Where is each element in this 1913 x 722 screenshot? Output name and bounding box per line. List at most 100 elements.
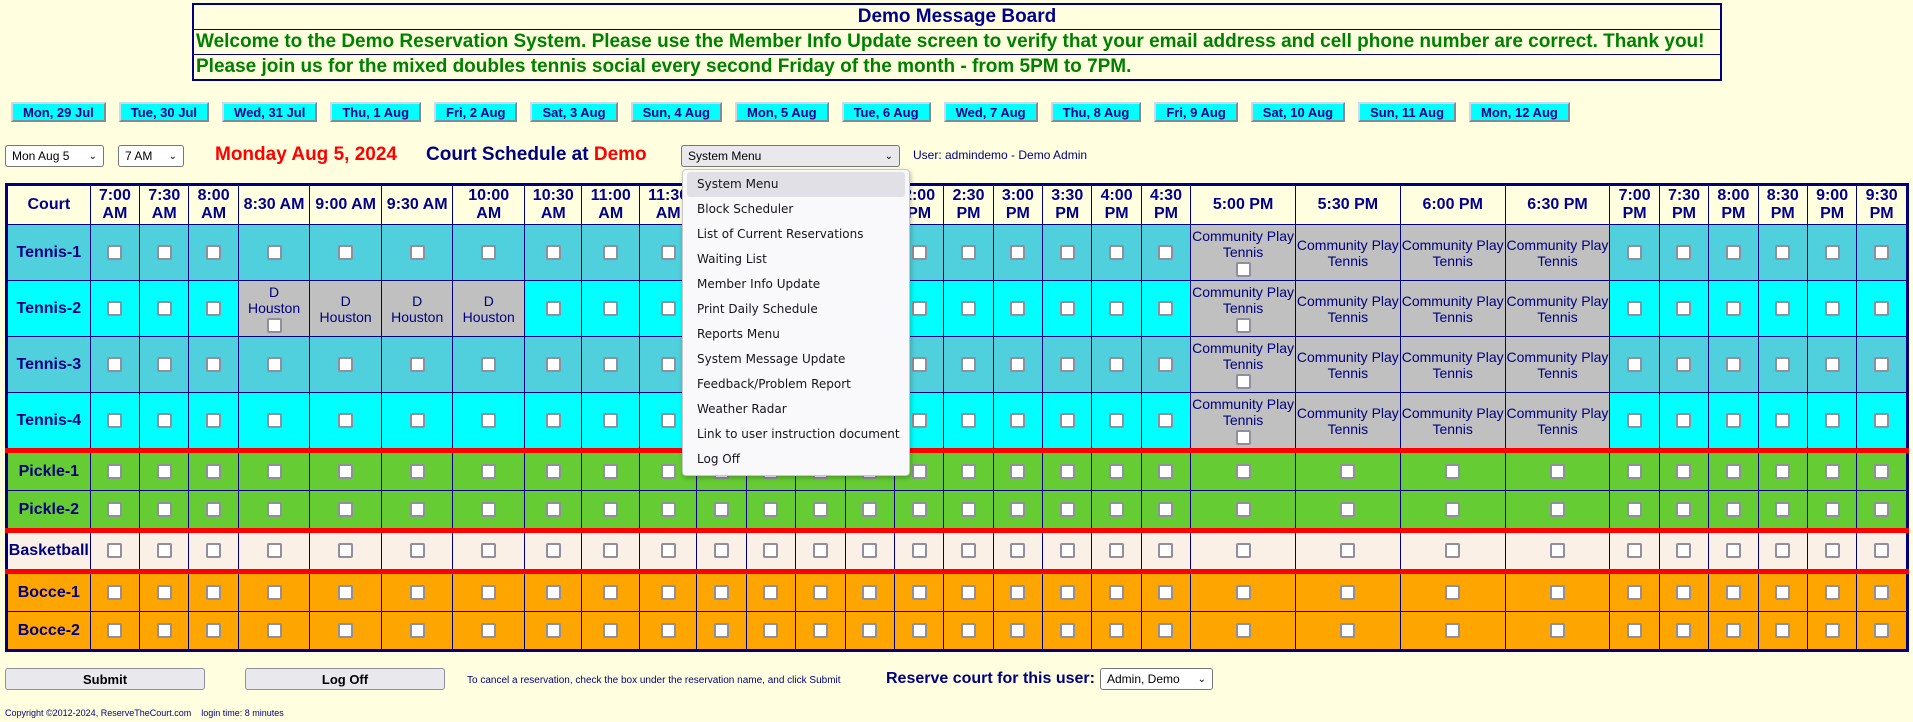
reserve-slot-checkbox[interactable] (1824, 463, 1840, 479)
reserve-slot-checkbox[interactable] (1874, 300, 1890, 316)
reserve-slot-checkbox[interactable] (1874, 244, 1890, 260)
reserve-slot-checkbox[interactable] (1235, 543, 1251, 559)
reserve-slot-checkbox[interactable] (603, 300, 619, 316)
reserve-slot-checkbox[interactable] (156, 463, 172, 479)
reserve-slot-checkbox[interactable] (603, 543, 619, 559)
reserve-slot-checkbox[interactable] (1010, 356, 1026, 372)
reserve-slot-checkbox[interactable] (266, 412, 282, 428)
reserve-slot-checkbox[interactable] (1549, 543, 1565, 559)
day-button[interactable]: Mon, 29 Jul (11, 102, 106, 122)
reserve-slot-checkbox[interactable] (1725, 463, 1741, 479)
reserve-slot-checkbox[interactable] (338, 244, 354, 260)
reserve-slot-checkbox[interactable] (1775, 244, 1791, 260)
day-button[interactable]: Fri, 2 Aug (434, 102, 518, 122)
reserve-slot-checkbox[interactable] (1445, 463, 1461, 479)
reserve-slot-checkbox[interactable] (1627, 356, 1643, 372)
reserve-slot-checkbox[interactable] (603, 356, 619, 372)
reserve-slot-checkbox[interactable] (1059, 463, 1075, 479)
reserve-slot-checkbox[interactable] (156, 300, 172, 316)
reserve-slot-checkbox[interactable] (107, 463, 123, 479)
reserve-slot-checkbox[interactable] (1010, 412, 1026, 428)
reserve-slot-checkbox[interactable] (1059, 584, 1075, 600)
reserve-slot-checkbox[interactable] (660, 300, 676, 316)
reserve-slot-checkbox[interactable] (1725, 412, 1741, 428)
reserve-slot-checkbox[interactable] (1109, 356, 1125, 372)
day-button[interactable]: Mon, 5 Aug (734, 102, 829, 122)
reserve-slot-checkbox[interactable] (409, 584, 425, 600)
reserve-slot-checkbox[interactable] (266, 501, 282, 517)
reserve-slot-checkbox[interactable] (714, 543, 730, 559)
reserve-slot-checkbox[interactable] (1445, 622, 1461, 638)
day-button[interactable]: Wed, 7 Aug (943, 102, 1038, 122)
reserve-slot-checkbox[interactable] (1235, 463, 1251, 479)
reserve-slot-checkbox[interactable] (206, 543, 222, 559)
reserve-slot-checkbox[interactable] (960, 356, 976, 372)
reserve-slot-checkbox[interactable] (1676, 244, 1692, 260)
reserve-slot-checkbox[interactable] (545, 501, 561, 517)
day-button[interactable]: Thu, 8 Aug (1050, 102, 1142, 122)
reserve-slot-checkbox[interactable] (481, 543, 497, 559)
reserve-slot-checkbox[interactable] (1725, 244, 1741, 260)
reserve-slot-checkbox[interactable] (960, 622, 976, 638)
reserve-slot-checkbox[interactable] (481, 412, 497, 428)
reserve-slot-checkbox[interactable] (1874, 501, 1890, 517)
reserve-slot-checkbox[interactable] (206, 300, 222, 316)
reserve-slot-checkbox[interactable] (1010, 584, 1026, 600)
reserve-slot-checkbox[interactable] (266, 463, 282, 479)
reserve-slot-checkbox[interactable] (1775, 501, 1791, 517)
reserve-slot-checkbox[interactable] (1775, 622, 1791, 638)
reserve-slot-checkbox[interactable] (1725, 300, 1741, 316)
reserve-slot-checkbox[interactable] (960, 412, 976, 428)
reserve-slot-checkbox[interactable] (1059, 412, 1075, 428)
reserve-slot-checkbox[interactable] (1109, 244, 1125, 260)
reserve-slot-checkbox[interactable] (960, 463, 976, 479)
reserve-slot-checkbox[interactable] (1874, 622, 1890, 638)
reserve-slot-checkbox[interactable] (1725, 356, 1741, 372)
reserve-slot-checkbox[interactable] (107, 622, 123, 638)
reserve-slot-checkbox[interactable] (862, 622, 878, 638)
reserve-slot-checkbox[interactable] (1340, 501, 1356, 517)
menu-item-feedback-problem-report[interactable]: Feedback/Problem Report (687, 372, 905, 397)
reserve-slot-checkbox[interactable] (545, 356, 561, 372)
reserve-slot-checkbox[interactable] (660, 356, 676, 372)
reserve-slot-checkbox[interactable] (1725, 622, 1741, 638)
reserve-slot-checkbox[interactable] (545, 412, 561, 428)
reserve-slot-checkbox[interactable] (266, 356, 282, 372)
reserve-slot-checkbox[interactable] (660, 463, 676, 479)
reserve-slot-checkbox[interactable] (1109, 300, 1125, 316)
reserve-slot-checkbox[interactable] (1775, 356, 1791, 372)
reserve-slot-checkbox[interactable] (960, 244, 976, 260)
reserve-slot-checkbox[interactable] (1109, 501, 1125, 517)
reserve-slot-checkbox[interactable] (1775, 543, 1791, 559)
reserve-slot-checkbox[interactable] (603, 463, 619, 479)
menu-item-link-to-user-instruction-document[interactable]: Link to user instruction document (687, 422, 905, 447)
reserve-slot-checkbox[interactable] (660, 543, 676, 559)
reserve-slot-checkbox[interactable] (156, 584, 172, 600)
reserve-slot-checkbox[interactable] (1775, 300, 1791, 316)
menu-item-list-of-current-reservations[interactable]: List of Current Reservations (687, 222, 905, 247)
reserve-slot-checkbox[interactable] (545, 244, 561, 260)
reserve-slot-checkbox[interactable] (338, 543, 354, 559)
reserve-slot-checkbox[interactable] (481, 501, 497, 517)
reserve-slot-checkbox[interactable] (1235, 622, 1251, 638)
reserve-slot-checkbox[interactable] (1235, 501, 1251, 517)
menu-item-reports-menu[interactable]: Reports Menu (687, 322, 905, 347)
reserve-slot-checkbox[interactable] (1549, 584, 1565, 600)
reserve-slot-checkbox[interactable] (409, 356, 425, 372)
reserve-slot-checkbox[interactable] (1235, 584, 1251, 600)
reserve-slot-checkbox[interactable] (338, 356, 354, 372)
reserve-slot-checkbox[interactable] (1824, 584, 1840, 600)
reserve-slot-checkbox[interactable] (1824, 543, 1840, 559)
reserve-slot-checkbox[interactable] (812, 543, 828, 559)
day-button[interactable]: Mon, 12 Aug (1469, 102, 1570, 122)
reserve-slot-checkbox[interactable] (660, 584, 676, 600)
reserve-slot-checkbox[interactable] (1340, 584, 1356, 600)
reserve-slot-checkbox[interactable] (107, 412, 123, 428)
reserve-slot-checkbox[interactable] (156, 412, 172, 428)
reserve-slot-checkbox[interactable] (1158, 463, 1174, 479)
reserve-slot-checkbox[interactable] (409, 412, 425, 428)
reserve-slot-checkbox[interactable] (206, 463, 222, 479)
reserve-slot-checkbox[interactable] (660, 244, 676, 260)
reserve-slot-checkbox[interactable] (1340, 543, 1356, 559)
reserve-slot-checkbox[interactable] (603, 244, 619, 260)
